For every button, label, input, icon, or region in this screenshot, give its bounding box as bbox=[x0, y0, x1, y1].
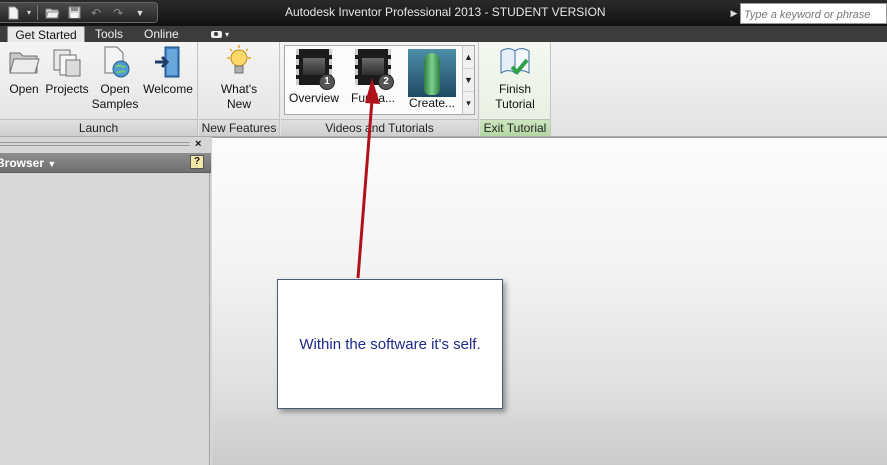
projects-button[interactable]: Projects bbox=[44, 44, 90, 97]
welcome-icon bbox=[153, 44, 183, 80]
grip-lines bbox=[0, 142, 190, 146]
gallery-item-fundamentals[interactable]: 2 Funda... bbox=[345, 49, 401, 105]
whats-new-label-1: What's bbox=[220, 82, 258, 96]
open-folder-icon[interactable] bbox=[42, 4, 62, 22]
tab-tools[interactable]: Tools bbox=[87, 26, 131, 43]
camera-icon bbox=[210, 31, 222, 38]
video-film-icon: 2 bbox=[355, 49, 394, 90]
quick-access-toolbar: ▾ ↶ ↷ ▼ bbox=[0, 2, 158, 23]
app-title: Autodesk Inventor Professional 2013 - ST… bbox=[285, 5, 606, 19]
save-icon[interactable] bbox=[64, 4, 84, 22]
projects-label: Projects bbox=[45, 82, 89, 96]
ribbon: Open Projects Open Samples Welcome Launc… bbox=[0, 42, 887, 137]
panel-label-launch: Launch bbox=[0, 119, 197, 136]
panel-launch: Open Projects Open Samples Welcome Launc… bbox=[0, 42, 198, 136]
chevron-down-icon[interactable]: ▼ bbox=[47, 159, 56, 169]
close-icon[interactable]: × bbox=[195, 138, 201, 150]
tab-get-started[interactable]: Get Started bbox=[7, 26, 85, 43]
open-folder-icon bbox=[8, 44, 40, 80]
finish-tutorial-label-1: Finish bbox=[498, 82, 531, 96]
annotation-callout: Within the software it's self. bbox=[277, 279, 503, 409]
callout-text: Within the software it's self. bbox=[299, 335, 481, 353]
gallery-item-create-label: Create... bbox=[408, 96, 456, 110]
video-film-icon: 1 bbox=[296, 49, 335, 90]
open-samples-icon bbox=[99, 44, 131, 80]
whats-new-button[interactable]: What's New bbox=[209, 44, 269, 112]
customize-dropdown-icon[interactable]: ▼ bbox=[130, 4, 150, 22]
panel-label-new-features: New Features bbox=[199, 119, 279, 136]
gallery-item-overview[interactable]: 1 Overview bbox=[286, 49, 342, 105]
open-samples-button[interactable]: Open Samples bbox=[90, 44, 140, 112]
new-dropdown-icon[interactable]: ▾ bbox=[25, 4, 33, 22]
tab-extra-dropdown[interactable]: ▾ bbox=[203, 26, 237, 43]
search-expand-arrow-icon[interactable]: ▶ bbox=[729, 3, 739, 23]
new-document-icon[interactable] bbox=[3, 4, 23, 22]
undo-icon[interactable]: ↶ bbox=[86, 4, 106, 22]
browser-tree[interactable] bbox=[0, 173, 210, 465]
video-tutorial-gallery: 1 Overview 2 Funda... Create... ▲ ▼ ▾ bbox=[284, 45, 475, 115]
tab-online[interactable]: Online bbox=[136, 26, 187, 43]
video-badge-1: 1 bbox=[319, 74, 335, 90]
browser-header[interactable]: Browser ▼ ? bbox=[0, 153, 211, 173]
gallery-scrollbar[interactable]: ▲ ▼ ▾ bbox=[462, 46, 474, 114]
gallery-item-fundamentals-label: Funda... bbox=[350, 91, 396, 105]
panel-label-videos-and-tutorials: Videos and Tutorials bbox=[281, 119, 478, 136]
open-label: Open bbox=[9, 82, 39, 96]
panel-exit-tutorial: Finish Tutorial Exit Tutorial bbox=[480, 42, 551, 136]
gallery-expand-icon[interactable]: ▾ bbox=[463, 92, 474, 114]
finish-tutorial-label-2: Tutorial bbox=[495, 97, 535, 111]
projects-icon bbox=[51, 44, 83, 80]
gallery-item-overview-label: Overview bbox=[288, 91, 339, 105]
search-box[interactable] bbox=[740, 3, 887, 24]
finish-tutorial-button[interactable]: Finish Tutorial bbox=[485, 44, 545, 112]
gallery-item-create[interactable]: Create... bbox=[404, 49, 460, 110]
ribbon-tab-bar: Get Started Tools Online ▾ bbox=[0, 26, 887, 43]
open-samples-label-1: Open bbox=[100, 82, 130, 96]
welcome-button[interactable]: Welcome bbox=[140, 44, 196, 97]
finish-tutorial-icon bbox=[499, 44, 531, 80]
scroll-down-icon[interactable]: ▼ bbox=[463, 69, 474, 92]
search-input[interactable] bbox=[744, 9, 883, 21]
chevron-down-icon: ▾ bbox=[224, 30, 229, 39]
video-badge-2: 2 bbox=[378, 74, 394, 90]
welcome-label: Welcome bbox=[143, 82, 193, 96]
scroll-up-icon[interactable]: ▲ bbox=[463, 46, 474, 69]
browser-title[interactable]: Browser bbox=[0, 156, 44, 170]
title-bar: ▾ ↶ ↷ ▼ Autodesk Inventor Professional 2… bbox=[0, 0, 887, 26]
panel-new-features: What's New New Features bbox=[199, 42, 280, 136]
help-icon[interactable]: ? bbox=[190, 155, 204, 169]
open-button[interactable]: Open bbox=[4, 44, 44, 97]
redo-icon[interactable]: ↷ bbox=[108, 4, 128, 22]
vase-model-icon bbox=[408, 49, 456, 97]
panel-label-exit-tutorial: Exit Tutorial bbox=[480, 119, 550, 136]
whats-new-label-2: New bbox=[226, 97, 251, 111]
lightbulb-icon bbox=[225, 44, 253, 80]
open-samples-label-2: Samples bbox=[91, 97, 139, 111]
toolbar-separator bbox=[37, 5, 38, 20]
browser-grip[interactable]: × bbox=[0, 137, 211, 153]
